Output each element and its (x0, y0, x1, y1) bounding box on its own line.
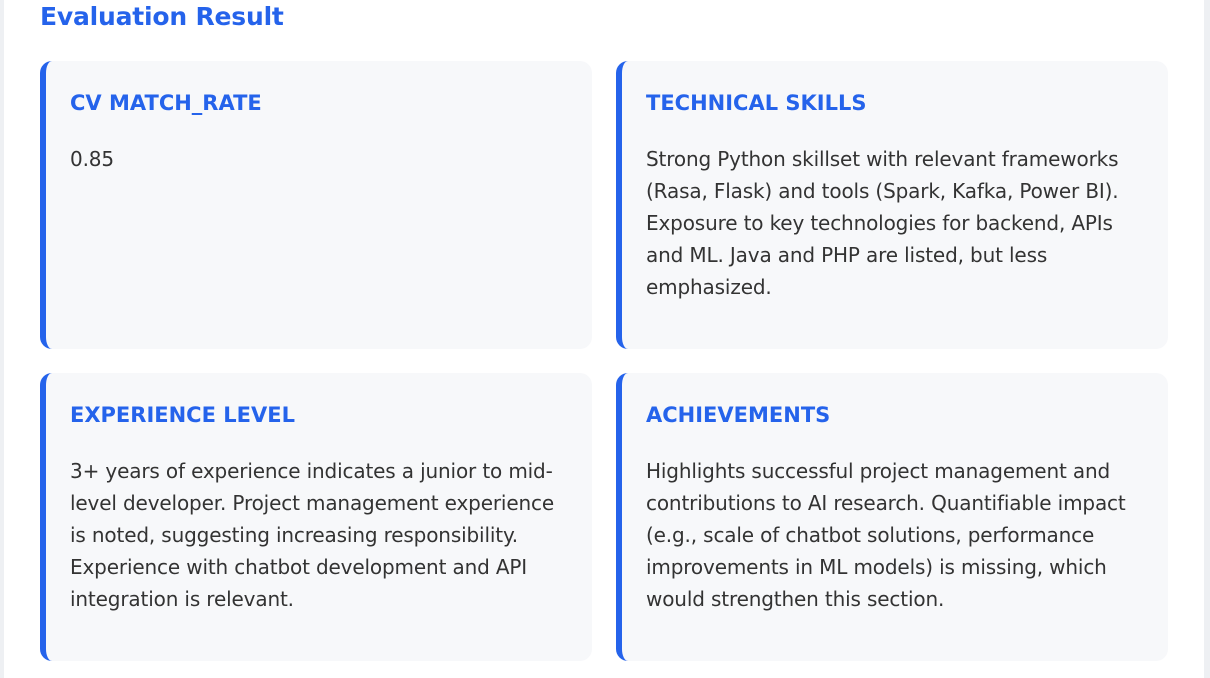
card-experience-level: EXPERIENCE LEVEL 3+ years of experience … (40, 373, 592, 661)
card-body: 0.85 (70, 147, 114, 171)
evaluation-panel: Evaluation Result CV MATCH_RATE 0.85 TEC… (4, 0, 1204, 678)
card-cv-match-rate: CV MATCH_RATE 0.85 (40, 61, 592, 349)
evaluation-grid: CV MATCH_RATE 0.85 TECHNICAL SKILLS Stro… (40, 61, 1168, 661)
card-title: CV MATCH_RATE (70, 91, 262, 115)
card-body: 3+ years of experience indicates a junio… (70, 459, 555, 611)
card-title: EXPERIENCE LEVEL (70, 403, 295, 427)
card-body: Strong Python skillset with relevant fra… (646, 147, 1119, 299)
card-achievements: ACHIEVEMENTS Highlights successful proje… (616, 373, 1168, 661)
card-body: Highlights successful project management… (646, 459, 1126, 611)
card-title: ACHIEVEMENTS (646, 403, 831, 427)
page-title: Evaluation Result (40, 2, 284, 31)
card-technical-skills: TECHNICAL SKILLS Strong Python skillset … (616, 61, 1168, 349)
card-title: TECHNICAL SKILLS (646, 91, 867, 115)
